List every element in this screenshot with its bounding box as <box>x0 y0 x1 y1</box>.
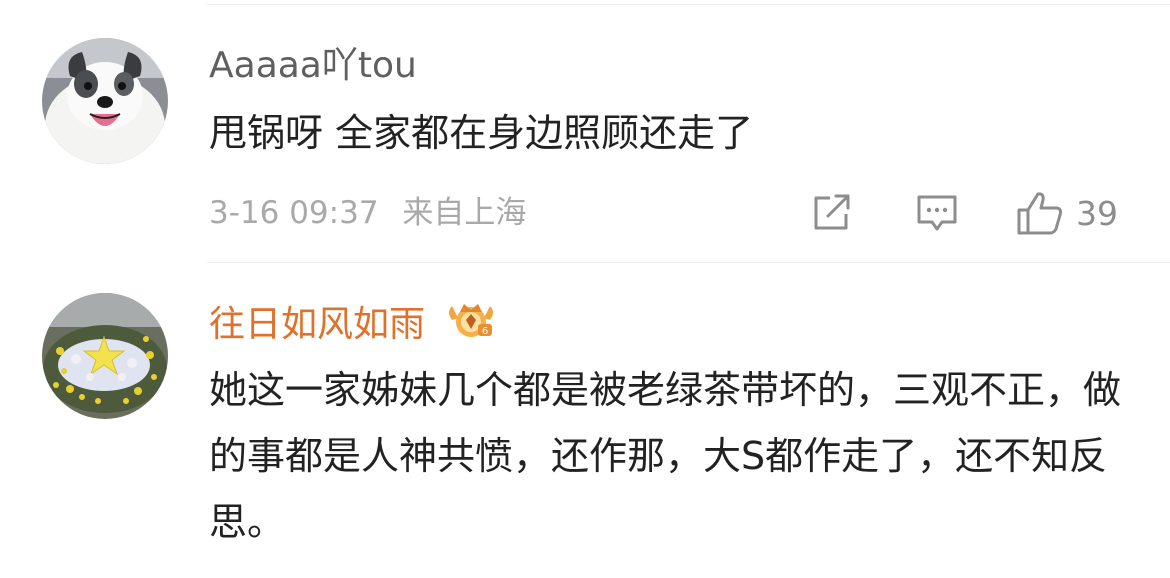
thumbs-up-icon <box>1017 192 1063 235</box>
comment-divider <box>207 262 1170 263</box>
comment-username[interactable]: Aaaaa吖tou <box>209 44 417 88</box>
crown-vip-badge-icon: 6 <box>449 304 494 337</box>
comment-username[interactable]: 往日如风如雨 6 <box>209 300 500 347</box>
dog-avatar-icon <box>42 38 168 164</box>
share-button[interactable] <box>812 194 852 232</box>
comment-text: 甩锅呀 全家都在身边照顾还走了 <box>209 111 754 155</box>
like-count: 39 <box>1076 193 1118 233</box>
comment-icon <box>917 195 957 231</box>
reply-button[interactable] <box>916 194 958 234</box>
comment-text: 她这一家姊妹几个都是被老绿茶带坏的，三观不正，做的事都是人神共愤，还作那，大S都… <box>209 368 1122 544</box>
comment-time: 3-16 09:37 <box>209 195 379 231</box>
flowers-star-avatar-icon <box>42 293 168 419</box>
comment-meta: 3-16 09:37 来自上海 <box>209 193 526 233</box>
comment-location: 来自上海 <box>402 195 527 231</box>
svg-text:6: 6 <box>482 326 488 337</box>
share-icon <box>814 194 850 230</box>
like-button[interactable]: 39 <box>1016 190 1118 236</box>
user-avatar[interactable] <box>42 38 168 164</box>
user-avatar[interactable] <box>42 293 168 419</box>
comment-username-text: 往日如风如雨 <box>209 304 426 345</box>
top-divider <box>207 4 1170 5</box>
